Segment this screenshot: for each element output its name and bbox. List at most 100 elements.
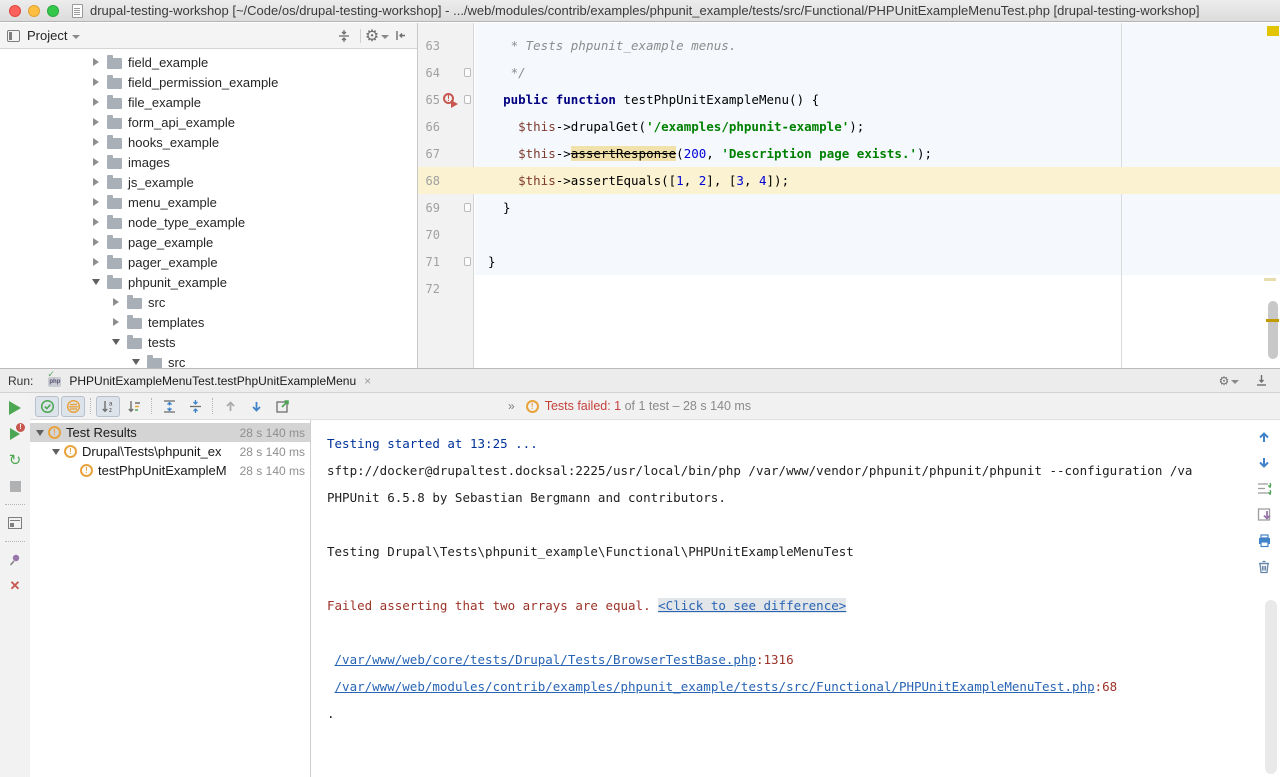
code-token: $this	[518, 146, 556, 161]
project-tree-item[interactable]: field_permission_example	[0, 72, 417, 92]
console-scrollbar[interactable]	[1265, 600, 1277, 774]
toolbar-overflow-chevron[interactable]: »	[508, 399, 516, 413]
project-tree-item[interactable]: hooks_example	[0, 132, 417, 152]
tree-toggle-icon[interactable]	[90, 218, 102, 226]
console-diff-link[interactable]: <Click to see difference>	[658, 598, 846, 613]
project-tree-item[interactable]: phpunit_example	[0, 272, 417, 292]
tree-toggle-icon[interactable]	[90, 198, 102, 206]
collapse-all-button[interactable]	[183, 396, 207, 417]
editor-scrollbar-thumb[interactable]	[1268, 301, 1278, 359]
clear-all-button[interactable]	[1256, 558, 1273, 575]
inspection-status-indicator[interactable]	[1267, 26, 1279, 36]
chevron-right-icon	[93, 98, 99, 106]
run-configuration-tab[interactable]: ✓php PHPUnitExampleMenuTest.testPhpUnitE…	[41, 369, 377, 392]
tree-toggle-icon[interactable]	[90, 158, 102, 166]
error-stripe-warning-mark[interactable]	[1264, 278, 1276, 281]
collapse-all-button[interactable]	[335, 27, 353, 45]
rerun-button[interactable]	[6, 399, 24, 417]
next-occurrence-button[interactable]	[244, 396, 268, 417]
tree-toggle-icon[interactable]	[90, 118, 102, 126]
project-tree-item[interactable]: form_api_example	[0, 112, 417, 132]
test-tree-item[interactable]: !Drupal\Tests\phpunit_ex28 s 140 ms	[30, 442, 310, 461]
editor-line[interactable]: 63 * Tests phpunit_example menus.	[418, 32, 1280, 59]
code-editor[interactable]: 63 * Tests phpunit_example menus.64 */65…	[418, 23, 1280, 368]
sort-alphabetically-button[interactable]: az	[96, 396, 120, 417]
editor-line[interactable]: 67 $this->assertResponse(200, 'Descripti…	[418, 140, 1280, 167]
tree-toggle-icon[interactable]	[90, 78, 102, 86]
project-tree-item[interactable]: js_example	[0, 172, 417, 192]
editor-line[interactable]: 65! public function testPhpUnitExampleMe…	[418, 86, 1280, 113]
tree-toggle-icon[interactable]	[90, 238, 102, 246]
tree-toggle-icon[interactable]	[90, 258, 102, 266]
print-console-button[interactable]	[1256, 532, 1273, 549]
close-window-button[interactable]	[9, 5, 21, 17]
error-stripe-deprecation-mark[interactable]	[1266, 319, 1279, 322]
tree-toggle-icon[interactable]	[110, 318, 122, 326]
editor-line[interactable]: 64 */	[418, 59, 1280, 86]
tree-toggle-icon[interactable]	[34, 430, 45, 436]
gear-icon[interactable]: ⚙	[368, 27, 386, 45]
sort-by-duration-button[interactable]	[122, 396, 146, 417]
previous-occurrence-button[interactable]	[218, 396, 242, 417]
editor-line[interactable]: 70	[418, 221, 1280, 248]
toggle-auto-test-button[interactable]: ↻	[6, 451, 24, 469]
tree-toggle-icon[interactable]	[110, 339, 122, 345]
tree-toggle-icon[interactable]	[90, 138, 102, 146]
up-the-stack-trace-button[interactable]	[1256, 428, 1273, 445]
use-soft-wraps-button[interactable]	[1256, 480, 1273, 497]
fold-marker-icon[interactable]	[464, 95, 471, 104]
editor-line[interactable]: 69 }	[418, 194, 1280, 221]
test-console-output[interactable]: Testing started at 13:25 ...sftp://docke…	[311, 420, 1280, 777]
project-tree-item[interactable]: src	[0, 352, 417, 368]
project-tree-item[interactable]: node_type_example	[0, 212, 417, 232]
tree-toggle-icon[interactable]	[130, 359, 142, 365]
show-passed-button[interactable]	[35, 396, 59, 417]
minimize-panel-button[interactable]	[1252, 372, 1270, 390]
tree-toggle-icon[interactable]	[90, 58, 102, 66]
import-test-results-button[interactable]	[270, 396, 294, 417]
fold-marker-icon[interactable]	[464, 203, 471, 212]
project-tree-item[interactable]: page_example	[0, 232, 417, 252]
project-tree-item[interactable]: src	[0, 292, 417, 312]
fold-marker-icon[interactable]	[464, 257, 471, 266]
tree-toggle-icon[interactable]	[90, 279, 102, 285]
close-tab-icon[interactable]: ×	[364, 374, 371, 388]
minimize-window-button[interactable]	[28, 5, 40, 17]
restore-layout-button[interactable]	[6, 514, 24, 532]
zoom-window-button[interactable]	[47, 5, 59, 17]
tree-toggle-icon[interactable]	[90, 178, 102, 186]
project-tree-item[interactable]: pager_example	[0, 252, 417, 272]
test-tree-item[interactable]: !Test Results28 s 140 ms	[30, 423, 310, 442]
test-tree-item[interactable]: !testPhpUnitExampleM28 s 140 ms	[30, 461, 310, 480]
console-file-link[interactable]: /var/www/web/modules/contrib/examples/ph…	[335, 679, 1095, 694]
console-file-link[interactable]: /var/www/web/core/tests/Drupal/Tests/Bro…	[335, 652, 756, 667]
tree-toggle-icon[interactable]	[50, 449, 61, 455]
rerun-failed-tests-button[interactable]: !	[6, 425, 24, 443]
project-tree-item[interactable]: tests	[0, 332, 417, 352]
chevron-down-icon[interactable]	[72, 35, 80, 39]
editor-line[interactable]: 72	[418, 275, 1280, 302]
editor-line[interactable]: 68 $this->assertEquals([1, 2], [3, 4]);	[418, 167, 1280, 194]
project-tree-item[interactable]: file_example	[0, 92, 417, 112]
pin-tab-button[interactable]	[6, 551, 24, 569]
project-tree-item[interactable]: templates	[0, 312, 417, 332]
tree-toggle-icon[interactable]	[90, 98, 102, 106]
run-panel-gear-icon[interactable]: ⚙	[1220, 372, 1238, 390]
test-duration: 28 s 140 ms	[236, 464, 305, 478]
editor-line[interactable]: 66 $this->drupalGet('/examples/phpunit-e…	[418, 113, 1280, 140]
tree-toggle-icon[interactable]	[110, 298, 122, 306]
close-panel-button[interactable]: ✕	[6, 577, 24, 595]
fold-marker-icon[interactable]	[464, 68, 471, 77]
code-token	[488, 92, 503, 107]
console-text	[327, 679, 335, 694]
project-tree-item[interactable]: menu_example	[0, 192, 417, 212]
expand-all-button[interactable]	[157, 396, 181, 417]
project-tree-item[interactable]: images	[0, 152, 417, 172]
hide-panel-button[interactable]	[391, 27, 409, 45]
scroll-to-end-button[interactable]	[1256, 506, 1273, 523]
project-tree-item[interactable]: field_example	[0, 52, 417, 72]
editor-line[interactable]: 71}	[418, 248, 1280, 275]
show-ignored-button[interactable]	[61, 396, 85, 417]
down-the-stack-trace-button[interactable]	[1256, 454, 1273, 471]
stop-button[interactable]	[6, 477, 24, 495]
